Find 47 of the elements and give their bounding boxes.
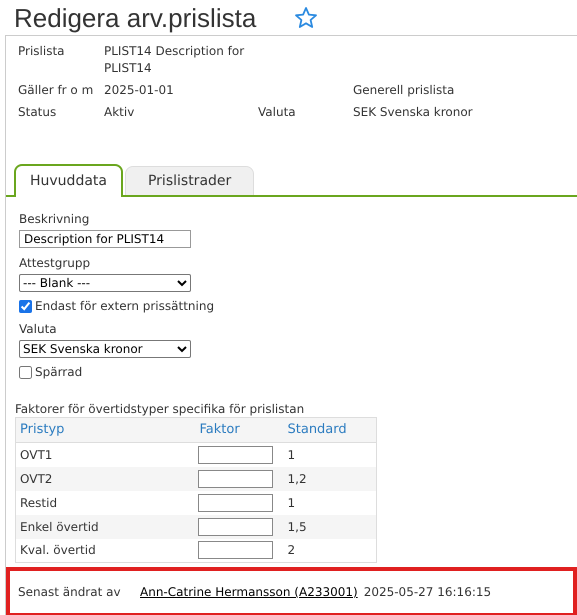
table-cell: OVT2: [16, 466, 196, 490]
field-value: Generell prislista: [353, 82, 456, 99]
table-cell: 1,2: [284, 466, 376, 490]
timestamp: 2025-05-27 16:16:15: [364, 584, 492, 601]
checkbox[interactable]: [19, 300, 32, 312]
factor-input[interactable]: [198, 446, 272, 464]
table-cell: Enkel övertid: [16, 514, 196, 538]
factor-input[interactable]: [198, 518, 272, 536]
page-title: Redigera arv.prislista: [14, 4, 256, 30]
field-label: Beskrivning: [19, 211, 90, 228]
field-value: PLIST14 Description for PLIST14: [104, 43, 246, 77]
text-field[interactable]: Description for PLIST14: [19, 230, 191, 248]
field-value: SEK Svenska kronor: [353, 104, 474, 121]
field-value: Aktiv: [104, 104, 136, 121]
field-label: Valuta: [19, 321, 58, 338]
checkbox-label: Spärrad: [35, 364, 82, 381]
table-cell: Kval. övertid: [16, 538, 196, 562]
last-changed-label: Senast ändrat av: [18, 584, 122, 601]
column-header: Faktor: [196, 418, 284, 442]
chevron-down-icon: [177, 280, 187, 286]
table-cell: 1: [284, 490, 376, 514]
table-cell: 1: [284, 442, 376, 466]
field-label: Attestgrupp: [19, 255, 92, 272]
table-cell: Restid: [16, 490, 196, 514]
table-caption: Faktorer för övertidstyper specifika för prislistan: [15, 401, 306, 417]
table-cell: OVT1: [16, 442, 196, 466]
factor-input[interactable]: [198, 470, 272, 488]
user-link[interactable]: Ann-Catrine Hermansson (A233001): [140, 583, 358, 601]
column-header: Standard: [284, 418, 376, 442]
field-label: Status: [18, 104, 58, 121]
factor-input[interactable]: [198, 541, 272, 560]
star-icon[interactable]: [294, 6, 318, 30]
factor-input[interactable]: [198, 494, 272, 512]
chevron-down-icon: [177, 346, 187, 352]
table-cell: 1,5: [284, 514, 376, 538]
dropdown[interactable]: --- Blank ---: [19, 274, 191, 292]
field-label: Prislista: [18, 43, 66, 60]
table-cell: 2: [284, 538, 376, 562]
dropdown[interactable]: SEK Svenska kronor: [19, 340, 191, 358]
checkbox[interactable]: [19, 366, 32, 378]
field-label: Gäller fr o m: [18, 82, 94, 99]
checkbox-label: Endast för extern prissättning: [35, 298, 214, 315]
field-value: 2025-01-01: [104, 82, 175, 99]
column-header: Pristyp: [16, 418, 196, 442]
field-label: Valuta: [258, 104, 297, 121]
tab[interactable]: Huvuddata: [14, 164, 123, 197]
tab[interactable]: Prislistrader: [124, 166, 254, 195]
